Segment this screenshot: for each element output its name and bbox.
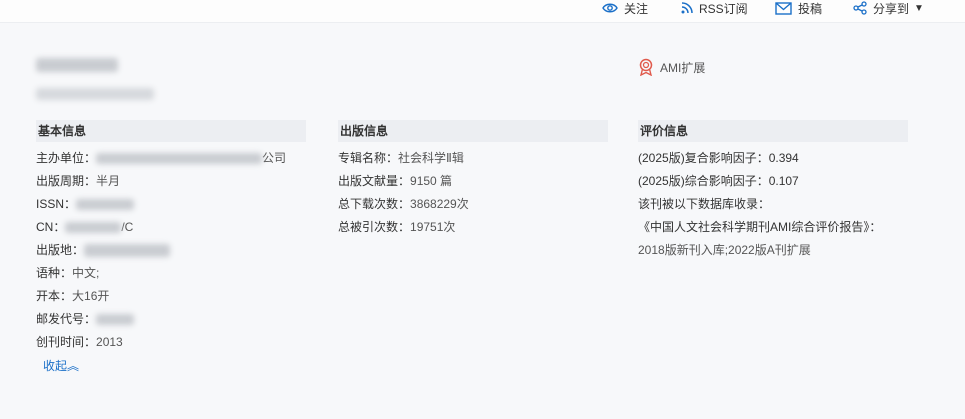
mail-icon bbox=[775, 1, 792, 15]
cn-row: CN： /C bbox=[36, 216, 306, 239]
submit-button[interactable]: 投稿 bbox=[775, 0, 822, 16]
indexed-by-label: 该刊被以下数据库收录： bbox=[638, 197, 771, 211]
evaluation-info-section: 评价信息 (2025版)复合影响因子：0.394 (2025版)综合影响因子：0… bbox=[638, 120, 908, 262]
rss-icon bbox=[681, 2, 693, 14]
sponsor-label: 主办单位： bbox=[36, 151, 97, 165]
publication-info-section: 出版信息 专辑名称：社会科学Ⅱ辑 出版文献量：9150 篇 总下载次数：3868… bbox=[338, 120, 608, 239]
journal-title-redacted bbox=[36, 58, 118, 72]
top-toolbar: 关注 RSS订阅 投稿 分享到 ▼ bbox=[0, 0, 965, 23]
language-row: 语种：中文; bbox=[36, 262, 306, 285]
citations-label: 总被引次数： bbox=[338, 220, 411, 234]
cn-label: CN： bbox=[36, 220, 66, 234]
rss-label: RSS订阅 bbox=[699, 1, 748, 16]
ami-badge-label: AMI扩展 bbox=[660, 60, 706, 75]
citations-value: 19751次 bbox=[410, 220, 456, 234]
follow-label: 关注 bbox=[624, 1, 649, 16]
format-row: 开本：大16开 bbox=[36, 285, 306, 308]
language-value: 中文; bbox=[72, 266, 100, 280]
postal-code-redacted bbox=[96, 314, 135, 326]
place-label: 出版地： bbox=[36, 243, 85, 257]
founded-row: 创刊时间：2013 bbox=[36, 331, 306, 354]
downloads-value: 3868229次 bbox=[410, 197, 469, 211]
issn-label: ISSN： bbox=[36, 197, 77, 211]
basic-info-section: 基本信息 主办单位： 公司 出版周期：半月 ISSN： CN： /C 出版地： 语种… bbox=[36, 120, 306, 354]
album-value: 社会科学Ⅱ辑 bbox=[398, 151, 464, 165]
caret-down-icon: ▼ bbox=[914, 2, 924, 14]
award-icon bbox=[639, 58, 653, 76]
journal-subtitle-redacted bbox=[36, 88, 154, 100]
cn-redacted bbox=[65, 222, 122, 234]
share-icon bbox=[853, 1, 867, 15]
postal-code-label: 邮发代号： bbox=[36, 312, 97, 326]
founded-label: 创刊时间： bbox=[36, 335, 97, 349]
issn-redacted bbox=[76, 199, 135, 211]
comprehensive-impact-factor: (2025版)综合影响因子：0.107 bbox=[638, 174, 799, 188]
period-row: 出版周期：半月 bbox=[36, 170, 306, 193]
period-value: 半月 bbox=[96, 174, 121, 188]
album-row: 专辑名称：社会科学Ⅱ辑 bbox=[338, 147, 608, 170]
sponsor-redacted bbox=[96, 153, 263, 165]
composite-impact-factor: (2025版)复合影响因子：0.394 bbox=[638, 151, 799, 165]
sponsor-suffix: 公司 bbox=[262, 151, 287, 165]
share-label: 分享到 bbox=[873, 1, 910, 16]
eye-icon bbox=[602, 3, 618, 13]
language-label: 语种： bbox=[36, 266, 73, 280]
ami-report-title: 《中国人文社会科学期刊AMI综合评价报告》： bbox=[638, 220, 882, 234]
downloads-label: 总下载次数： bbox=[338, 197, 411, 211]
cn-suffix: /C bbox=[121, 220, 134, 234]
downloads-row: 总下载次数：3868229次 bbox=[338, 193, 608, 216]
doc-count-row: 出版文献量：9150 篇 bbox=[338, 170, 608, 193]
ami-badge: AMI扩展 bbox=[638, 58, 705, 76]
doc-count-label: 出版文献量： bbox=[338, 174, 411, 188]
rss-button[interactable]: RSS订阅 bbox=[681, 0, 748, 16]
collapse-link[interactable]: 收起︽ bbox=[43, 357, 79, 374]
basic-info-title: 基本信息 bbox=[36, 120, 306, 142]
doc-count-value: 9150 篇 bbox=[410, 174, 453, 188]
postal-code-row: 邮发代号： bbox=[36, 308, 306, 331]
sponsor-row: 主办单位： 公司 bbox=[36, 147, 306, 170]
place-redacted bbox=[84, 244, 171, 258]
evaluation-info-title: 评价信息 bbox=[638, 120, 908, 142]
place-row: 出版地： bbox=[36, 239, 306, 262]
publication-info-title: 出版信息 bbox=[338, 120, 608, 142]
album-label: 专辑名称： bbox=[338, 151, 399, 165]
format-label: 开本： bbox=[36, 289, 73, 303]
follow-button[interactable]: 关注 bbox=[602, 0, 648, 16]
founded-value: 2013 bbox=[96, 335, 123, 349]
citations-row: 总被引次数：19751次 bbox=[338, 216, 608, 239]
period-label: 出版周期： bbox=[36, 174, 97, 188]
submit-label: 投稿 bbox=[798, 1, 823, 16]
share-button[interactable]: 分享到 ▼ bbox=[853, 0, 924, 16]
issn-row: ISSN： bbox=[36, 193, 306, 216]
ami-report-entries: 2018版新刊入库;2022版A刊扩展 bbox=[638, 243, 811, 257]
format-value: 大16开 bbox=[72, 289, 110, 303]
